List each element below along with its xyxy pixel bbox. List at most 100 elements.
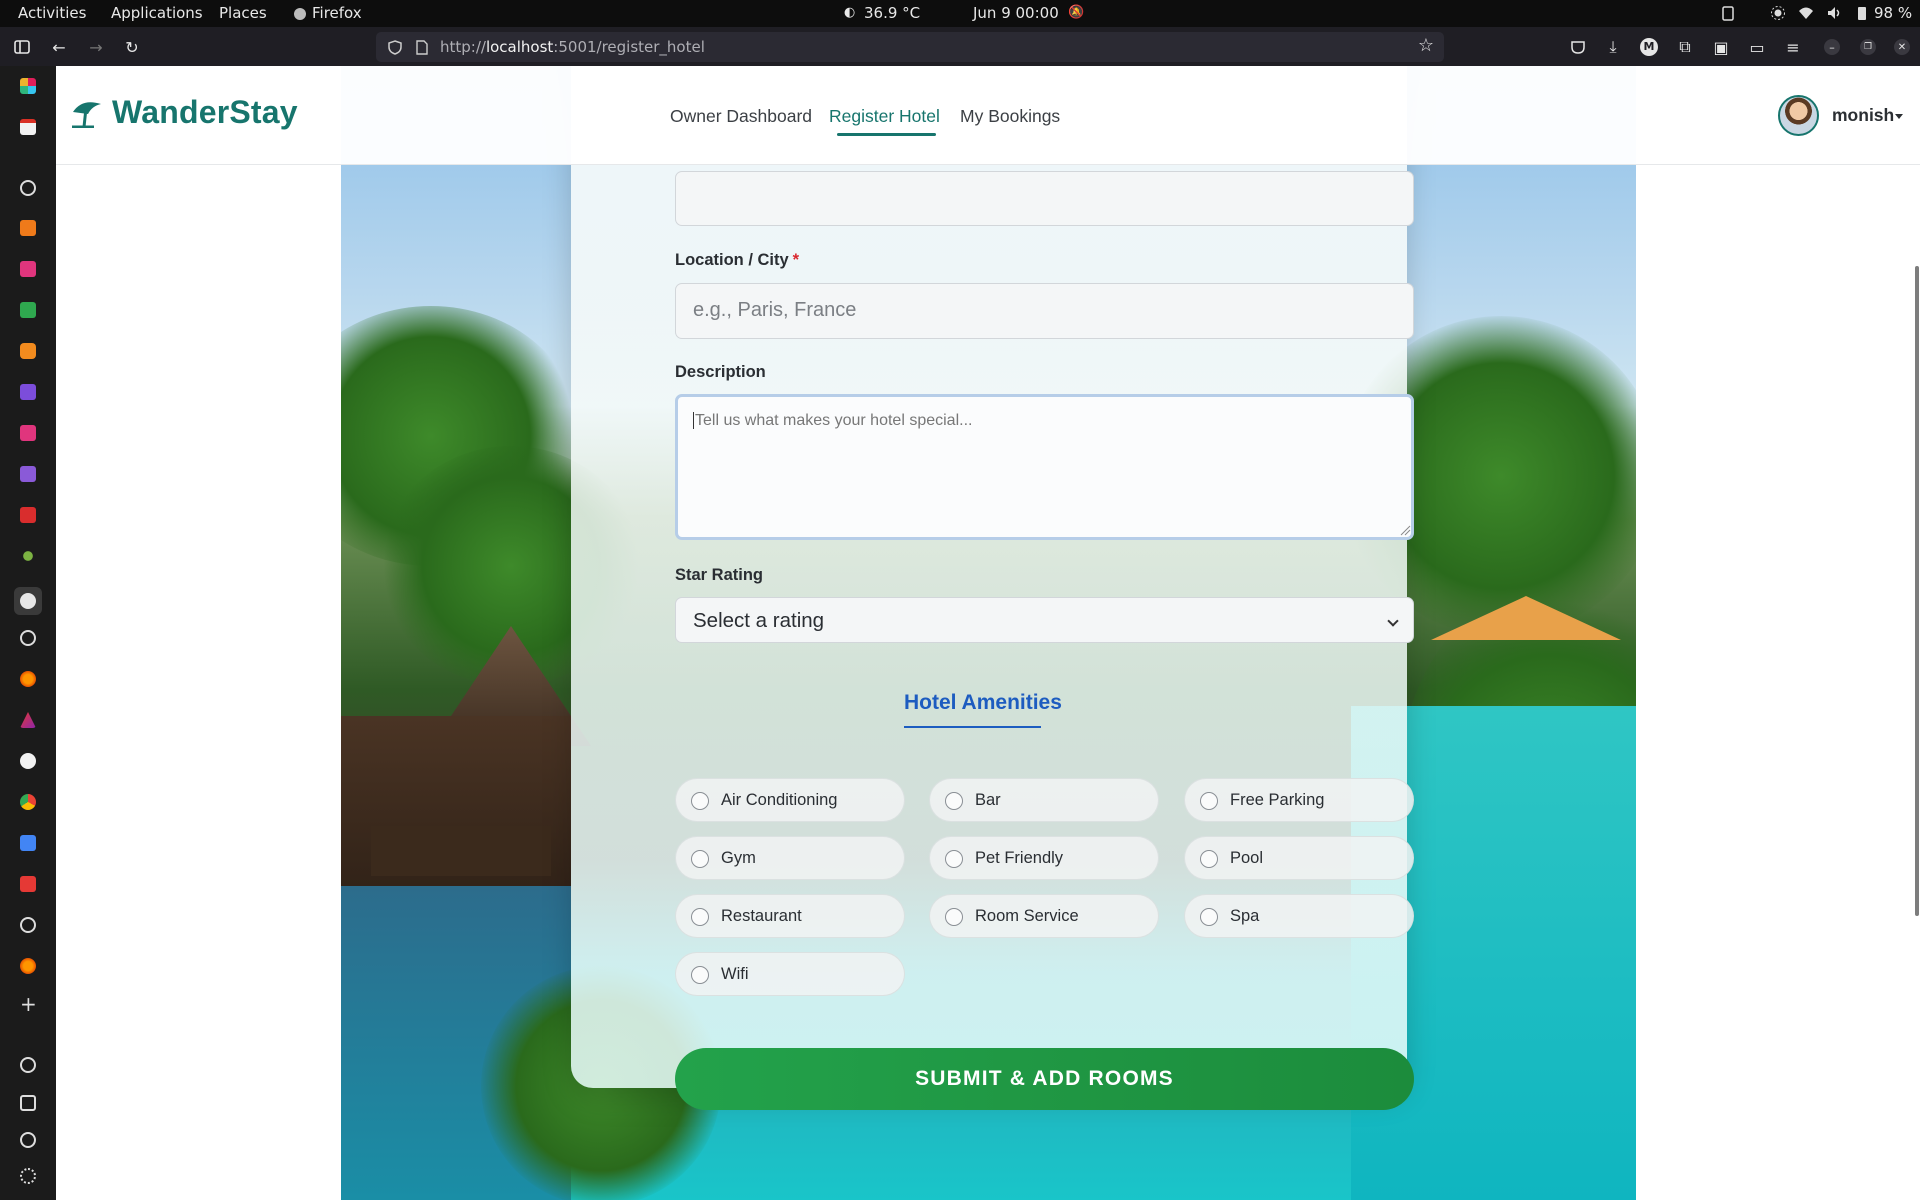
avatar[interactable] bbox=[1778, 95, 1819, 136]
description-textarea[interactable]: Tell us what makes your hotel special... bbox=[675, 394, 1414, 540]
url-scheme: http:// bbox=[440, 38, 486, 56]
battery-icon[interactable] bbox=[1854, 5, 1870, 21]
app-leaf-icon[interactable] bbox=[20, 548, 36, 564]
account-m-icon[interactable]: M bbox=[1639, 37, 1659, 57]
page-viewport: WanderStay Owner Dashboard Register Hote… bbox=[56, 66, 1920, 1200]
resize-grip-icon[interactable] bbox=[1399, 524, 1411, 536]
app-violet-icon[interactable] bbox=[20, 466, 36, 482]
clock[interactable]: Jun 9 00:00 bbox=[973, 4, 1059, 22]
battery-percentage: 98 % bbox=[1874, 4, 1913, 22]
globe-2-icon[interactable] bbox=[20, 630, 36, 646]
package-icon[interactable] bbox=[20, 343, 36, 359]
submit-add-rooms-button[interactable]: SUBMIT & ADD ROOMS bbox=[675, 1048, 1414, 1110]
page-scrollbar[interactable] bbox=[1915, 266, 1919, 916]
clipboard-icon[interactable] bbox=[1720, 5, 1736, 21]
activities-button[interactable]: Activities bbox=[18, 4, 86, 22]
minimize-window-icon[interactable]: – bbox=[1824, 39, 1840, 55]
umbrella-icon bbox=[72, 101, 101, 128]
amenity-gym[interactable]: Gym bbox=[675, 836, 905, 880]
firefox-dock-icon[interactable] bbox=[20, 671, 36, 687]
app-red-icon[interactable] bbox=[20, 507, 36, 523]
app-red-2-icon[interactable] bbox=[20, 876, 36, 892]
radio-button[interactable] bbox=[1200, 908, 1218, 926]
radio-button[interactable] bbox=[691, 792, 709, 810]
reader-view-icon[interactable]: ▭ bbox=[1747, 37, 1767, 57]
places-menu[interactable]: Places bbox=[219, 4, 267, 22]
amenity-wifi[interactable]: Wifi bbox=[675, 952, 905, 996]
star-rating-select[interactable]: Select a rating bbox=[675, 597, 1414, 643]
volume-icon[interactable] bbox=[1826, 5, 1842, 21]
active-app-highlight[interactable] bbox=[14, 587, 42, 615]
chrome-icon[interactable] bbox=[20, 794, 36, 810]
radio-button[interactable] bbox=[691, 966, 709, 984]
app-magenta-icon[interactable] bbox=[20, 425, 36, 441]
add-app-icon[interactable]: + bbox=[20, 994, 37, 1014]
app-green-icon[interactable] bbox=[20, 302, 36, 318]
sidebar-toggle-icon[interactable] bbox=[12, 37, 32, 57]
radio-button[interactable] bbox=[1200, 792, 1218, 810]
container-icon[interactable]: ▣ bbox=[1711, 37, 1731, 57]
github-icon[interactable] bbox=[20, 753, 36, 769]
amenity-room-service[interactable]: Room Service bbox=[929, 894, 1159, 938]
firefox-dock-2-icon[interactable] bbox=[20, 958, 36, 974]
address-bar[interactable]: http://localhost:5001/register_hotel ☆ bbox=[376, 32, 1444, 62]
nav-my-bookings[interactable]: My Bookings bbox=[960, 106, 1060, 127]
amenity-free-parking[interactable]: Free Parking bbox=[1184, 778, 1414, 822]
app-arrow-icon[interactable] bbox=[20, 712, 36, 728]
radio-button[interactable] bbox=[945, 792, 963, 810]
applications-menu[interactable]: Applications bbox=[111, 4, 203, 22]
app-orange-icon[interactable] bbox=[20, 220, 36, 236]
nav-owner-dashboard[interactable]: Owner Dashboard bbox=[670, 106, 812, 127]
amenity-label: Spa bbox=[1230, 907, 1260, 925]
pocket-icon[interactable] bbox=[1568, 37, 1588, 57]
reload-icon[interactable]: ↻ bbox=[122, 37, 142, 57]
nav-register-hotel[interactable]: Register Hotel bbox=[829, 106, 940, 127]
settings-gear-icon[interactable] bbox=[20, 1168, 36, 1184]
shield-icon[interactable] bbox=[388, 40, 402, 55]
app-pink-icon[interactable] bbox=[20, 261, 36, 277]
close-window-icon[interactable]: ✕ bbox=[1894, 39, 1910, 55]
screenshot-icon[interactable] bbox=[20, 1095, 36, 1111]
downloads-icon[interactable]: ⤓ bbox=[1603, 37, 1623, 57]
radio-button[interactable] bbox=[691, 850, 709, 868]
amenity-spa[interactable]: Spa bbox=[1184, 894, 1414, 938]
radio-button[interactable] bbox=[945, 850, 963, 868]
openai-icon[interactable] bbox=[20, 1057, 36, 1073]
forward-arrow-icon[interactable]: → bbox=[86, 37, 106, 57]
radio-button[interactable] bbox=[691, 908, 709, 926]
url-text[interactable]: http://localhost:5001/register_hotel bbox=[440, 38, 705, 56]
globe-icon[interactable] bbox=[20, 180, 36, 196]
radio-button[interactable] bbox=[945, 908, 963, 926]
radio-button[interactable] bbox=[1200, 850, 1218, 868]
menu-hamburger-icon[interactable]: ≡ bbox=[1783, 37, 1803, 57]
location-input[interactable]: e.g., Paris, France bbox=[675, 283, 1414, 339]
url-host: localhost bbox=[485, 38, 554, 56]
amenity-label: Air Conditioning bbox=[721, 791, 838, 809]
amenity-bar[interactable]: Bar bbox=[929, 778, 1159, 822]
extensions-icon[interactable]: ⧉ bbox=[1675, 37, 1695, 57]
app-dock: + bbox=[0, 66, 56, 1200]
docs-icon[interactable] bbox=[20, 835, 36, 851]
slack-icon[interactable] bbox=[20, 78, 36, 94]
amenities-heading: Hotel Amenities bbox=[904, 691, 1062, 714]
hotel-name-input[interactable] bbox=[675, 171, 1414, 226]
user-menu-name[interactable]: monish bbox=[1832, 105, 1894, 126]
active-app-menu[interactable]: Firefox bbox=[312, 4, 362, 22]
gmail-icon[interactable] bbox=[20, 119, 36, 135]
amenity-air-conditioning[interactable]: Air Conditioning bbox=[675, 778, 905, 822]
chevron-down-icon bbox=[1387, 615, 1399, 627]
brightness-icon[interactable] bbox=[1770, 5, 1786, 21]
app-purple-icon[interactable] bbox=[20, 384, 36, 400]
bookmark-star-icon[interactable]: ☆ bbox=[1418, 35, 1434, 56]
maximize-window-icon[interactable]: ❐ bbox=[1860, 39, 1876, 55]
caret-down-icon[interactable] bbox=[1895, 114, 1903, 119]
globe-3-icon[interactable] bbox=[20, 917, 36, 933]
amenity-pet-friendly[interactable]: Pet Friendly bbox=[929, 836, 1159, 880]
wifi-icon[interactable] bbox=[1798, 5, 1814, 21]
back-arrow-icon[interactable]: ← bbox=[49, 37, 69, 57]
brand-logo[interactable]: WanderStay bbox=[70, 94, 298, 131]
amenity-label: Restaurant bbox=[721, 907, 802, 925]
clock-icon[interactable] bbox=[20, 1132, 36, 1148]
amenity-pool[interactable]: Pool bbox=[1184, 836, 1414, 880]
amenity-restaurant[interactable]: Restaurant bbox=[675, 894, 905, 938]
